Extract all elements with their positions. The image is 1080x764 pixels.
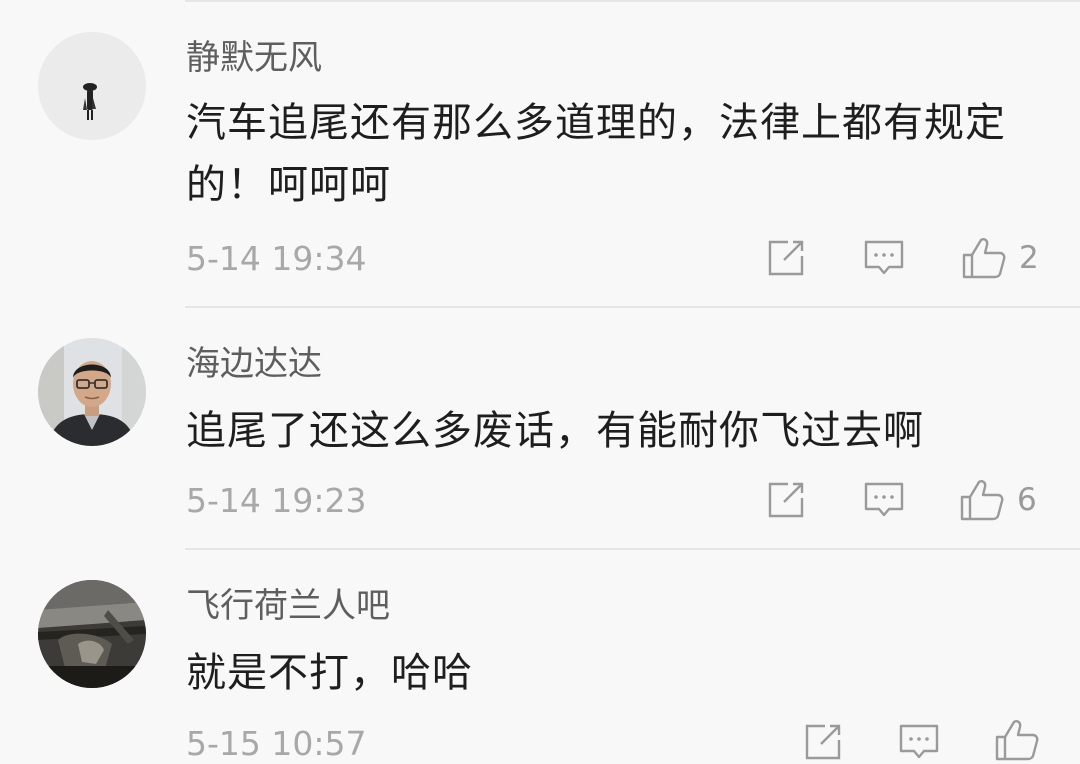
timestamp: 5-14 19:23 bbox=[186, 481, 367, 520]
like-button[interactable]: 2 bbox=[961, 236, 1039, 280]
comment-text: 汽车追尾还有那么多道理的，法律上都有规定的！呵呵呵 bbox=[186, 100, 1006, 208]
thumbs-up-icon bbox=[960, 480, 1004, 521]
comment-text: 追尾了还这么多废话，有能耐你飞过去啊 bbox=[186, 408, 924, 454]
timestamp: 5-15 10:57 bbox=[186, 724, 367, 763]
comment-item: 海边达达 追尾了还这么多废话，有能耐你飞过去啊 5-14 19:23 6 bbox=[0, 308, 1080, 550]
share-button[interactable] bbox=[766, 480, 806, 520]
share-icon bbox=[805, 724, 841, 760]
timestamp: 5-14 19:34 bbox=[186, 239, 367, 278]
dark-photo-avatar bbox=[38, 580, 146, 688]
comment-list: 静默无风 汽车追尾还有那么多道理的，法律上都有规定的！呵呵呵 5-14 19:3… bbox=[0, 0, 1080, 763]
avatar[interactable] bbox=[38, 338, 146, 446]
like-button[interactable]: 6 bbox=[959, 478, 1037, 522]
reply-icon bbox=[864, 482, 904, 517]
like-count: 2 bbox=[1019, 240, 1039, 276]
share-icon bbox=[768, 240, 804, 276]
reply-button[interactable] bbox=[863, 238, 905, 278]
thumbs-up-icon bbox=[995, 720, 1039, 761]
thumbs-up-icon bbox=[962, 238, 1006, 279]
comment-item: 飞行荷兰人吧 就是不打，哈哈 5-15 10:57 bbox=[0, 550, 1080, 763]
avatar[interactable] bbox=[38, 580, 146, 688]
man-with-glasses-avatar bbox=[38, 338, 146, 446]
reply-icon bbox=[899, 724, 939, 759]
share-button[interactable] bbox=[803, 722, 843, 762]
avatar[interactable] bbox=[38, 32, 146, 140]
reply-icon bbox=[864, 240, 904, 275]
reply-button[interactable] bbox=[898, 722, 940, 762]
username[interactable]: 海边达达 bbox=[186, 344, 322, 384]
username[interactable]: 飞行荷兰人吧 bbox=[186, 586, 390, 626]
share-icon bbox=[768, 482, 804, 518]
silhouette-figure-avatar bbox=[38, 32, 146, 140]
comment-item: 静默无风 汽车追尾还有那么多道理的，法律上都有规定的！呵呵呵 5-14 19:3… bbox=[0, 0, 1080, 308]
share-button[interactable] bbox=[766, 238, 806, 278]
username[interactable]: 静默无风 bbox=[186, 38, 322, 78]
like-button[interactable] bbox=[994, 718, 1052, 762]
reply-button[interactable] bbox=[863, 480, 905, 520]
like-count: 6 bbox=[1017, 482, 1037, 518]
comment-text: 就是不打，哈哈 bbox=[186, 650, 473, 696]
